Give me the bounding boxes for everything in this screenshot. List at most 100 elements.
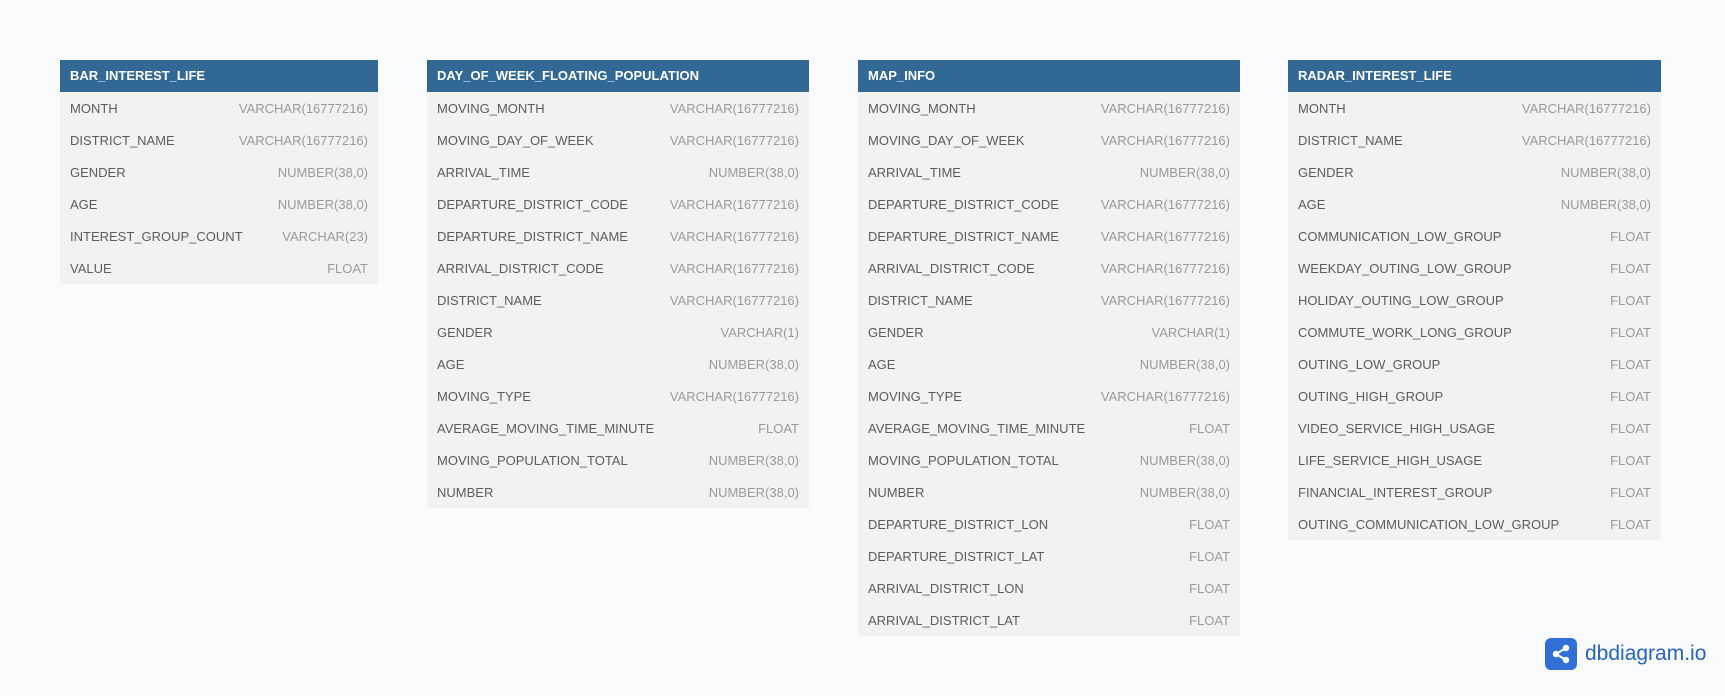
field-type: FLOAT [1610,484,1651,500]
field-type: FLOAT [327,260,368,276]
field-row[interactable]: DEPARTURE_DISTRICT_NAME VARCHAR(16777216) [858,220,1240,252]
field-row[interactable]: WEEKDAY_OUTING_LOW_GROUP FLOAT [1288,252,1661,284]
field-type: NUMBER(38,0) [1139,356,1230,372]
field-type: VARCHAR(16777216) [1521,132,1651,148]
field-row[interactable]: DISTRICT_NAME VARCHAR(16777216) [858,284,1240,316]
table-header[interactable]: BAR_INTEREST_LIFE [60,60,378,92]
brand-logo[interactable]: dbdiagram.io [1545,638,1706,670]
field-name: AGE [70,196,98,212]
field-row[interactable]: OUTING_COMMUNICATION_LOW_GROUP FLOAT [1288,508,1661,540]
field-type: FLOAT [1189,580,1230,596]
field-row[interactable]: COMMUNICATION_LOW_GROUP FLOAT [1288,220,1661,252]
field-name: DISTRICT_NAME [437,292,542,308]
field-type: VARCHAR(16777216) [238,132,368,148]
table-day-of-week-floating-population[interactable]: DAY_OF_WEEK_FLOATING_POPULATION MOVING_M… [427,60,809,508]
field-type: VARCHAR(1) [720,324,800,340]
field-type: VARCHAR(16777216) [669,196,799,212]
field-type: NUMBER(38,0) [1139,164,1230,180]
field-type: FLOAT [1610,420,1651,436]
field-row[interactable]: GENDER NUMBER(38,0) [1288,156,1661,188]
field-name: ARRIVAL_DISTRICT_LAT [868,612,1020,628]
field-row[interactable]: DEPARTURE_DISTRICT_LON FLOAT [858,508,1240,540]
field-row[interactable]: ARRIVAL_TIME NUMBER(38,0) [427,156,809,188]
field-row[interactable]: DISTRICT_NAME VARCHAR(16777216) [1288,124,1661,156]
field-row[interactable]: ARRIVAL_DISTRICT_CODE VARCHAR(16777216) [858,252,1240,284]
field-type: FLOAT [1189,420,1230,436]
field-row[interactable]: AVERAGE_MOVING_TIME_MINUTE FLOAT [858,412,1240,444]
field-row[interactable]: DISTRICT_NAME VARCHAR(16777216) [60,124,378,156]
field-row[interactable]: ARRIVAL_TIME NUMBER(38,0) [858,156,1240,188]
field-row[interactable]: AGE NUMBER(38,0) [858,348,1240,380]
field-row[interactable]: MOVING_DAY_OF_WEEK VARCHAR(16777216) [858,124,1240,156]
field-row[interactable]: INTEREST_GROUP_COUNT VARCHAR(23) [60,220,378,252]
field-row[interactable]: OUTING_HIGH_GROUP FLOAT [1288,380,1661,412]
field-row[interactable]: MONTH VARCHAR(16777216) [60,92,378,124]
field-row[interactable]: GENDER VARCHAR(1) [427,316,809,348]
field-row[interactable]: MOVING_MONTH VARCHAR(16777216) [858,92,1240,124]
field-row[interactable]: ARRIVAL_DISTRICT_CODE VARCHAR(16777216) [427,252,809,284]
field-row[interactable]: ARRIVAL_DISTRICT_LAT FLOAT [858,604,1240,636]
table-bar-interest-life[interactable]: BAR_INTEREST_LIFE MONTH VARCHAR(16777216)… [60,60,378,284]
field-name: GENDER [1298,164,1354,180]
field-row[interactable]: NUMBER NUMBER(38,0) [427,476,809,508]
field-row[interactable]: AVERAGE_MOVING_TIME_MINUTE FLOAT [427,412,809,444]
field-type: NUMBER(38,0) [1560,164,1651,180]
field-type: NUMBER(38,0) [708,164,799,180]
field-name: WEEKDAY_OUTING_LOW_GROUP [1298,260,1512,276]
field-name: AGE [437,356,465,372]
table-radar-interest-life[interactable]: RADAR_INTEREST_LIFE MONTH VARCHAR(1677721… [1288,60,1661,540]
field-name: DEPARTURE_DISTRICT_CODE [437,196,628,212]
field-row[interactable]: MOVING_TYPE VARCHAR(16777216) [858,380,1240,412]
field-row[interactable]: MONTH VARCHAR(16777216) [1288,92,1661,124]
field-name: AGE [868,356,896,372]
field-name: OUTING_COMMUNICATION_LOW_GROUP [1298,516,1560,532]
field-row[interactable]: OUTING_LOW_GROUP FLOAT [1288,348,1661,380]
field-row[interactable]: LIFE_SERVICE_HIGH_USAGE FLOAT [1288,444,1661,476]
field-row[interactable]: VALUE FLOAT [60,252,378,284]
field-name: NUMBER [437,484,494,500]
field-row[interactable]: MOVING_POPULATION_TOTAL NUMBER(38,0) [427,444,809,476]
field-name: MOVING_POPULATION_TOTAL [437,452,628,468]
field-row[interactable]: MOVING_TYPE VARCHAR(16777216) [427,380,809,412]
field-row[interactable]: NUMBER NUMBER(38,0) [858,476,1240,508]
field-row[interactable]: COMMUTE_WORK_LONG_GROUP FLOAT [1288,316,1661,348]
field-row[interactable]: GENDER VARCHAR(1) [858,316,1240,348]
field-row[interactable]: FINANCIAL_INTEREST_GROUP FLOAT [1288,476,1661,508]
field-row[interactable]: DEPARTURE_DISTRICT_NAME VARCHAR(16777216) [427,220,809,252]
field-type: VARCHAR(16777216) [1100,228,1230,244]
field-row[interactable]: GENDER NUMBER(38,0) [60,156,378,188]
field-row[interactable]: HOLIDAY_OUTING_LOW_GROUP FLOAT [1288,284,1661,316]
field-row[interactable]: DISTRICT_NAME VARCHAR(16777216) [427,284,809,316]
field-name: NUMBER [868,484,925,500]
field-row[interactable]: DEPARTURE_DISTRICT_CODE VARCHAR(16777216) [858,188,1240,220]
field-type: VARCHAR(16777216) [669,100,799,116]
field-type: FLOAT [1610,452,1651,468]
field-name: VIDEO_SERVICE_HIGH_USAGE [1298,420,1495,436]
field-name: MOVING_MONTH [868,100,976,116]
field-name: ARRIVAL_TIME [868,164,961,180]
field-type: FLOAT [1610,228,1651,244]
table-header[interactable]: MAP_INFO [858,60,1240,92]
share-nodes-icon [1545,638,1577,670]
table-map-info[interactable]: MAP_INFO MOVING_MONTH VARCHAR(16777216) MO… [858,60,1240,636]
table-header[interactable]: RADAR_INTEREST_LIFE [1288,60,1661,92]
field-type: FLOAT [1610,388,1651,404]
field-row[interactable]: DEPARTURE_DISTRICT_CODE VARCHAR(16777216) [427,188,809,220]
field-row[interactable]: ARRIVAL_DISTRICT_LON FLOAT [858,572,1240,604]
table-header[interactable]: DAY_OF_WEEK_FLOATING_POPULATION [427,60,809,92]
field-type: VARCHAR(16777216) [1100,388,1230,404]
field-list: MONTH VARCHAR(16777216) DISTRICT_NAME VARCH… [60,92,378,284]
field-row[interactable]: AGE NUMBER(38,0) [60,188,378,220]
field-row[interactable]: DEPARTURE_DISTRICT_LAT FLOAT [858,540,1240,572]
field-row[interactable]: MOVING_MONTH VARCHAR(16777216) [427,92,809,124]
field-type: VARCHAR(16777216) [669,292,799,308]
field-type: VARCHAR(16777216) [1100,196,1230,212]
field-row[interactable]: AGE NUMBER(38,0) [427,348,809,380]
field-row[interactable]: AGE NUMBER(38,0) [1288,188,1661,220]
field-row[interactable]: MOVING_POPULATION_TOTAL NUMBER(38,0) [858,444,1240,476]
field-name: MOVING_DAY_OF_WEEK [868,132,1025,148]
field-name: MOVING_TYPE [868,388,962,404]
field-row[interactable]: MOVING_DAY_OF_WEEK VARCHAR(16777216) [427,124,809,156]
field-row[interactable]: VIDEO_SERVICE_HIGH_USAGE FLOAT [1288,412,1661,444]
field-name: GENDER [70,164,126,180]
